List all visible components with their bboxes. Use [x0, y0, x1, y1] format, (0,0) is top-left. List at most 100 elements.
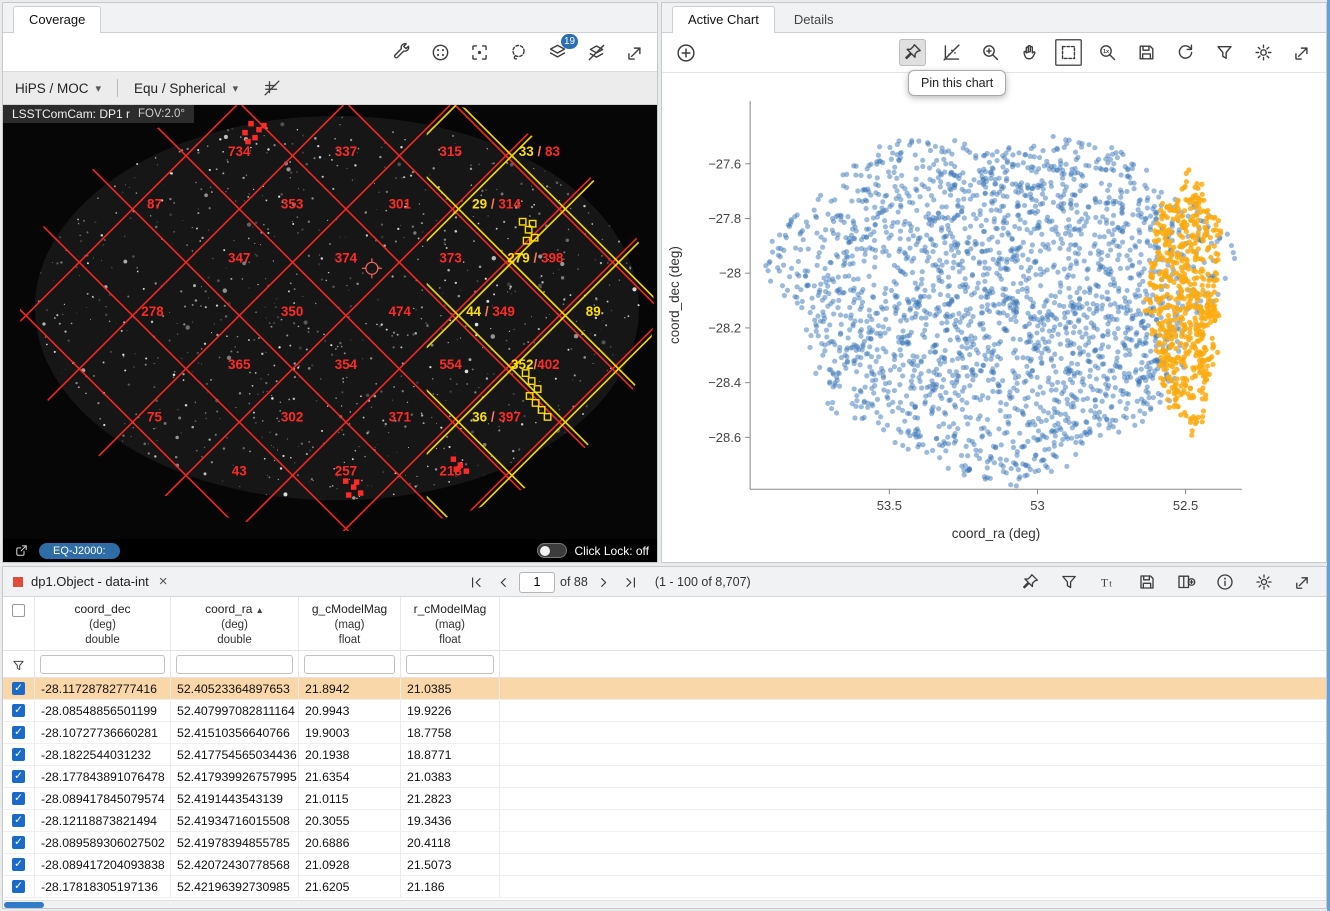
scatter-chart[interactable]: 53.55352.5−27.6−27.8−28−28.2−28.4−28.6co… — [662, 73, 1326, 562]
image-fov: FOV:2.0° — [138, 108, 185, 120]
column-header-coord_ra[interactable]: coord_ra▲(deg)double — [171, 597, 299, 650]
scrollbar-thumb[interactable] — [4, 902, 44, 908]
zoom-in-icon[interactable] — [977, 39, 1004, 66]
close-table-icon[interactable]: × — [159, 573, 168, 590]
filter-input-coord_ra[interactable] — [176, 655, 293, 674]
hips-moc-dropdown[interactable]: HiPS / MOC ▾ — [15, 81, 101, 96]
save-icon[interactable] — [1133, 568, 1160, 595]
settings-icon[interactable] — [1250, 568, 1277, 595]
save-icon[interactable] — [1133, 39, 1160, 66]
readout-badge[interactable]: EQ-J2000: — [39, 543, 120, 559]
cell-coord_dec: -28.1822544031232 — [35, 744, 171, 765]
click-lock-toggle[interactable] — [537, 543, 567, 558]
click-lock-label: Click Lock: off — [575, 544, 649, 558]
chart-panel: Active Chart Details 1x Pin this chart 5… — [661, 2, 1327, 563]
prev-page-icon[interactable] — [492, 571, 514, 593]
svg-text:337: 337 — [335, 144, 357, 159]
zoom-original-icon[interactable]: 1x — [1094, 39, 1121, 66]
tools-icon[interactable] — [388, 39, 415, 66]
cell-coord_ra: 52.42072430778568 — [171, 854, 299, 875]
page-input[interactable] — [519, 572, 555, 593]
settings-icon[interactable] — [1250, 39, 1277, 66]
add-column-icon[interactable] — [1172, 568, 1199, 595]
expand-icon[interactable] — [622, 39, 649, 66]
expand-icon[interactable] — [1289, 39, 1316, 66]
restore-icon[interactable] — [1172, 39, 1199, 66]
add-chart-icon[interactable] — [672, 39, 699, 66]
filter-icon[interactable] — [1055, 568, 1082, 595]
column-header-coord_dec[interactable]: coord_dec(deg)double — [35, 597, 171, 650]
recenter-icon[interactable] — [466, 39, 493, 66]
coverage-map[interactable]: 73433731533 / 838735330129 / 31434737437… — [3, 105, 657, 562]
table-row[interactable]: ✓-28.182254403123252.41775456503443620.1… — [3, 744, 1326, 766]
table-row[interactable]: ✓-28.1172878277741652.4052336489765321.8… — [3, 678, 1326, 700]
tab-details[interactable]: Details — [778, 6, 850, 33]
pan-icon[interactable] — [1016, 39, 1043, 66]
filter-icon[interactable] — [11, 658, 26, 676]
row-checkbox[interactable]: ✓ — [12, 858, 25, 871]
expand-icon[interactable] — [1289, 568, 1316, 595]
layers-icon[interactable]: 19 — [544, 39, 571, 66]
pin-icon[interactable] — [899, 39, 926, 66]
table-row[interactable]: ✓-28.08941720409383852.4207243077856821.… — [3, 854, 1326, 876]
cell-coord_ra: 52.4191443543139 — [171, 788, 299, 809]
svg-text:52.5: 52.5 — [1173, 498, 1198, 513]
svg-text:89: 89 — [586, 304, 601, 319]
projection-dropdown[interactable]: Equ / Spherical ▾ — [134, 81, 238, 96]
svg-text:371: 371 — [389, 410, 412, 425]
svg-text:1x: 1x — [1103, 49, 1110, 55]
select-all-checkbox[interactable] — [12, 604, 25, 617]
filter-input-r_cModelMag[interactable] — [406, 655, 494, 674]
grid-visibility-icon[interactable] — [258, 75, 285, 102]
svg-text:347: 347 — [228, 250, 250, 265]
filter-input-g_cModelMag[interactable] — [304, 655, 395, 674]
coverage-image[interactable]: 73433731533 / 838735330129 / 31434737437… — [3, 105, 657, 562]
last-page-icon[interactable] — [620, 571, 642, 593]
table-row[interactable]: ✓-28.0854885650119952.40799708281116420.… — [3, 700, 1326, 722]
row-checkbox[interactable]: ✓ — [12, 704, 25, 717]
svg-text:53.5: 53.5 — [877, 498, 902, 513]
tab-active-chart[interactable]: Active Chart — [672, 6, 775, 33]
svg-text:302: 302 — [281, 410, 303, 425]
filter-input-coord_dec[interactable] — [40, 655, 165, 674]
svg-text:33 / 83: 33 / 83 — [519, 144, 560, 159]
text-options-icon[interactable]: Tt — [1094, 568, 1121, 595]
open-in-new-icon[interactable] — [11, 541, 31, 561]
svg-text:373: 373 — [439, 250, 461, 265]
row-checkbox[interactable]: ✓ — [12, 836, 25, 849]
next-page-icon[interactable] — [593, 571, 615, 593]
table-row[interactable]: ✓-28.1072773666028152.4151035664076619.9… — [3, 722, 1326, 744]
first-page-icon[interactable] — [465, 571, 487, 593]
table-row[interactable]: ✓-28.08958930602750252.4197839485578520.… — [3, 832, 1326, 854]
overlays-visibility-icon[interactable] — [583, 39, 610, 66]
tab-coverage[interactable]: Coverage — [13, 6, 101, 33]
table-row[interactable]: ✓-28.08941784507957452.419144354313921.0… — [3, 788, 1326, 810]
row-checkbox[interactable]: ✓ — [12, 770, 25, 783]
row-checkbox[interactable]: ✓ — [12, 792, 25, 805]
row-checkbox[interactable]: ✓ — [12, 814, 25, 827]
table-title[interactable]: dp1.Object - data-int — [31, 574, 149, 589]
page-count-label: of 88 — [560, 575, 588, 589]
info-icon[interactable] — [1211, 568, 1238, 595]
color-palette-icon[interactable] — [427, 39, 454, 66]
cell-g_cModelMag: 20.6886 — [299, 832, 401, 853]
table-row[interactable]: ✓-28.1211887382149452.4193471601550820.3… — [3, 810, 1326, 832]
svg-text:87: 87 — [147, 197, 162, 212]
row-checkbox[interactable]: ✓ — [12, 726, 25, 739]
table-row[interactable]: ✓-28.17784389107647852.41793992675799521… — [3, 766, 1326, 788]
svg-text:734: 734 — [228, 144, 251, 159]
select-area-icon[interactable] — [1055, 39, 1082, 66]
lasso-select-icon[interactable] — [505, 39, 532, 66]
horizontal-scrollbar[interactable] — [3, 900, 1326, 908]
row-checkbox[interactable]: ✓ — [12, 682, 25, 695]
filter-icon[interactable] — [1211, 39, 1238, 66]
row-range-label: (1 - 100 of 8,707) — [655, 575, 751, 589]
column-header-r_cModelMag[interactable]: r_cModelMag(mag)float — [401, 597, 500, 650]
table-row[interactable]: ✓-28.1781830519713652.4219639273098521.6… — [3, 876, 1326, 898]
chart-area[interactable]: 53.55352.5−27.6−27.8−28−28.2−28.4−28.6co… — [662, 73, 1326, 562]
row-checkbox[interactable]: ✓ — [12, 880, 25, 893]
pin-icon[interactable] — [1016, 568, 1043, 595]
combine-off-icon[interactable] — [938, 39, 965, 66]
column-header-g_cModelMag[interactable]: g_cModelMag(mag)float — [299, 597, 401, 650]
row-checkbox[interactable]: ✓ — [12, 748, 25, 761]
